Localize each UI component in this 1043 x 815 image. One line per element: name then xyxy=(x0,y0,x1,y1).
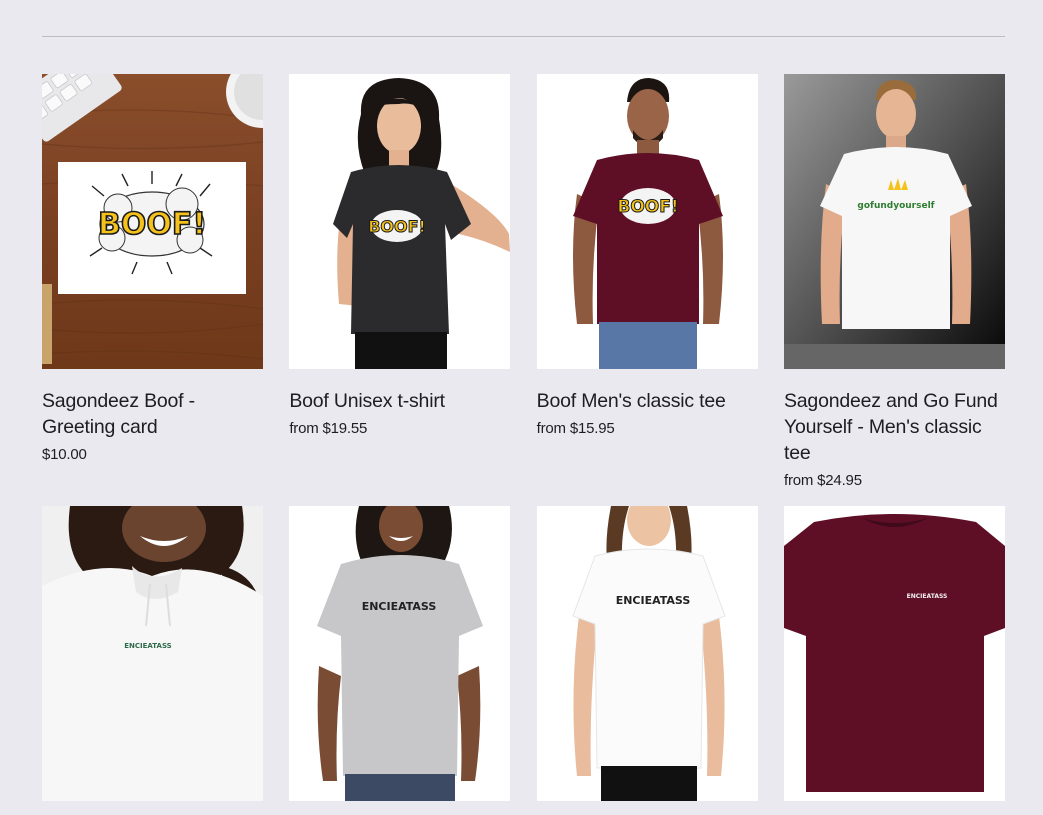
encieatass-print-text: ENCIEATASS xyxy=(124,642,171,650)
encieatass-print-text: ENCIEATASS xyxy=(615,594,690,607)
encieatass-print-text: ENCIEATASS xyxy=(907,593,948,600)
product-card[interactable]: BOOF! Boof Men's classic tee from $15.95 xyxy=(536,74,758,492)
product-card[interactable]: BOOF! Sagondeez Boof - Greeting card $10… xyxy=(42,74,263,492)
boof-art-text: BOOF! xyxy=(369,217,427,236)
product-card[interactable]: gofundyourself Sagondeez and Go Fund You… xyxy=(783,74,1005,492)
product-image-maroon-flat-tshirt[interactable]: ENCIEATASS xyxy=(783,506,1005,801)
product-card[interactable]: ENCIEATASS xyxy=(42,506,263,801)
product-card[interactable]: ENCIEATASS xyxy=(536,506,758,801)
product-image-greeting-card[interactable]: BOOF! xyxy=(42,74,263,369)
product-grid-row-1: BOOF! Sagondeez Boof - Greeting card $10… xyxy=(42,74,1005,492)
product-image-white-hoodie[interactable]: ENCIEATASS xyxy=(42,506,263,801)
encieatass-print-text: ENCIEATASS xyxy=(362,600,437,613)
product-card[interactable]: ENCIEATASS xyxy=(783,506,1005,801)
product-image-maroon-tshirt[interactable]: BOOF! xyxy=(536,74,758,369)
product-title[interactable]: Boof Men's classic tee xyxy=(537,388,758,414)
product-image-black-tshirt[interactable]: BOOF! xyxy=(289,74,511,369)
product-price: from $24.95 xyxy=(783,472,862,489)
product-title[interactable]: Boof Unisex t-shirt xyxy=(289,388,510,414)
product-image-grey-tshirt[interactable]: ENCIEATASS xyxy=(289,506,511,801)
product-card[interactable]: ENCIEATASS xyxy=(289,506,511,801)
product-price: from $19.55 xyxy=(289,420,368,437)
product-card[interactable]: BOOF! Boof Unisex t-shirt from $19.55 xyxy=(289,74,511,492)
product-title[interactable]: Sagondeez Boof - Greeting card xyxy=(42,388,263,440)
product-grid-row-2: ENCIEATASS ENCIEATASS ENCIEATASS ENCIEAT… xyxy=(42,506,1005,801)
header-divider xyxy=(42,36,1005,37)
gofund-logo-text: gofundyourself xyxy=(857,201,934,211)
product-image-white-tshirt-woman[interactable]: ENCIEATASS xyxy=(536,506,758,801)
product-price: $10.00 xyxy=(42,446,87,463)
boof-art-text: BOOF! xyxy=(98,207,206,242)
product-image-white-tshirt[interactable]: gofundyourself xyxy=(783,74,1005,369)
product-price: from $15.95 xyxy=(536,420,615,437)
boof-art-text: BOOF! xyxy=(617,197,678,217)
product-title[interactable]: Sagondeez and Go Fund Yourself - Men's c… xyxy=(784,388,1005,466)
